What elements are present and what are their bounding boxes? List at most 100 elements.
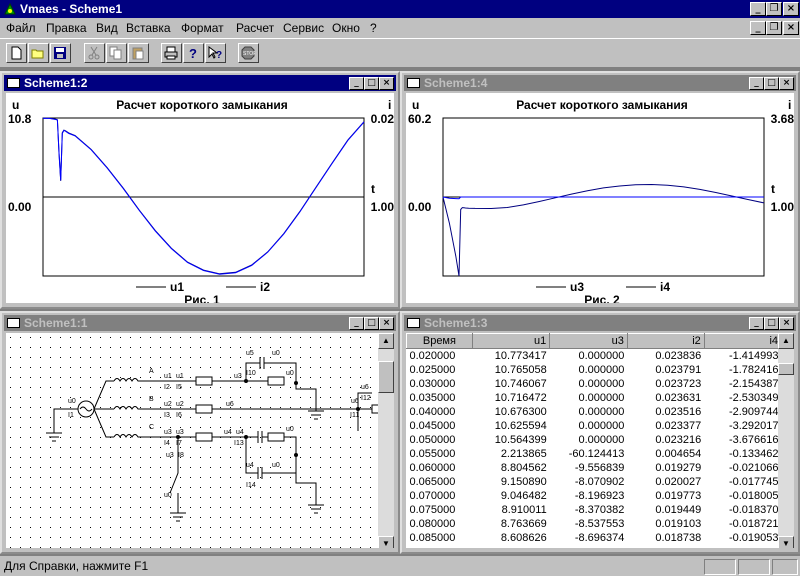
table-cell: 0.019449: [655, 504, 702, 516]
table-cell: 9.150890: [500, 476, 547, 488]
table-cell: 0.023791: [655, 364, 702, 376]
table-row[interactable]: 0.025000 10.765058 0.000000 0.023791 -1.7824…: [407, 363, 782, 377]
chart1-client: Расчет короткого замыкания u i 10.8 0.02 0.00…: [6, 93, 394, 303]
table-row[interactable]: 0.050000 10.564399 0.000000 0.023216 -3.6766…: [407, 433, 782, 447]
col-header-i4[interactable]: i4: [703, 333, 783, 349]
table-cell: 0.035000: [409, 392, 456, 404]
open-folder-icon[interactable]: [28, 43, 49, 63]
label-I8: I8: [178, 452, 184, 459]
table-row[interactable]: 0.045000 10.625594 0.000000 0.023377 -3.2920…: [407, 419, 782, 433]
restore-icon[interactable]: ❐: [766, 2, 782, 16]
maximize-icon[interactable]: □: [764, 77, 779, 90]
schematic-title-bar[interactable]: Scheme1:1 _ □ ×: [4, 315, 396, 331]
table-row[interactable]: 0.065000 9.150890 -8.070902 0.020027 -0.0177…: [407, 475, 782, 489]
scroll-down-icon[interactable]: ▼: [778, 536, 794, 548]
table-cell: -2.530349: [728, 392, 779, 404]
mdi-minimize-icon[interactable]: _: [750, 21, 766, 35]
mdi-close-icon[interactable]: ×: [783, 21, 799, 35]
label-u2b: u2: [176, 401, 184, 408]
menu-file[interactable]: Файл: [6, 21, 36, 35]
scroll-up-icon[interactable]: ▲: [778, 333, 794, 349]
paste-icon[interactable]: [128, 43, 149, 63]
table-scrollbar[interactable]: ▲ ▼: [778, 333, 794, 548]
close-icon[interactable]: ×: [379, 77, 394, 90]
table-row[interactable]: 0.075000 8.910011 -8.370382 0.019449 -0.0183…: [407, 503, 782, 517]
table-cell: 0.065000: [409, 476, 456, 488]
menu-service[interactable]: Сервис: [283, 21, 324, 35]
copy-icon[interactable]: [106, 43, 127, 63]
label-u3c: u3: [166, 452, 174, 459]
mdi-restore-icon[interactable]: ❐: [766, 21, 782, 35]
minimize-icon[interactable]: _: [349, 317, 364, 330]
col-header-u1[interactable]: u1: [471, 333, 551, 349]
help-icon[interactable]: ?: [183, 43, 204, 63]
chart2-title-bar[interactable]: Scheme1:4 _ □ ×: [404, 75, 796, 91]
label-I6: I6: [176, 412, 182, 419]
menu-edit[interactable]: Правка: [46, 21, 87, 35]
table-cell: 0.025000: [409, 364, 456, 376]
table-row[interactable]: 0.060000 8.804562 -9.556839 0.019279 -0.0210…: [407, 461, 782, 475]
scroll-thumb[interactable]: [778, 363, 794, 375]
scroll-down-icon[interactable]: ▼: [378, 536, 394, 548]
table-row[interactable]: 0.085000 8.608626 -8.696374 0.018738 -0.0190…: [407, 531, 782, 545]
maximize-icon[interactable]: □: [364, 77, 379, 90]
table-cell: 0.000000: [578, 420, 625, 432]
close-icon[interactable]: ×: [779, 317, 794, 330]
minimize-icon[interactable]: _: [750, 2, 766, 16]
label-u0-3: u0: [286, 426, 294, 433]
print-icon[interactable]: [161, 43, 182, 63]
table-row[interactable]: 0.040000 10.676300 0.000000 0.023516 -2.9097…: [407, 405, 782, 419]
chart1-title-bar[interactable]: Scheme1:2 _ □ ×: [4, 75, 396, 91]
legend-label-i4: i4: [660, 280, 670, 294]
label-u0-src: u0: [68, 398, 76, 405]
scroll-thumb[interactable]: [378, 361, 394, 393]
stop-icon[interactable]: STOP: [238, 43, 259, 63]
context-help-icon[interactable]: ?: [205, 43, 226, 63]
menu-insert[interactable]: Вставка: [126, 21, 171, 35]
minimize-icon[interactable]: _: [749, 77, 764, 90]
close-icon[interactable]: ×: [379, 317, 394, 330]
schematic-scrollbar[interactable]: ▲ ▼: [378, 333, 394, 548]
col-header-u3[interactable]: u3: [549, 333, 628, 349]
new-file-icon[interactable]: [6, 43, 27, 63]
menu-format[interactable]: Формат: [181, 21, 224, 35]
maximize-icon[interactable]: □: [764, 317, 779, 330]
menu-calc[interactable]: Расчет: [236, 21, 274, 35]
table-row[interactable]: 0.080000 8.763669 -8.537553 0.019103 -0.0187…: [407, 517, 782, 531]
table-cell: 0.019773: [655, 490, 702, 502]
table-cell: 0.023216: [655, 434, 702, 446]
scroll-up-icon[interactable]: ▲: [378, 333, 394, 349]
table-row[interactable]: 0.055000 2.213865 -60.124413 0.004654 -0.133…: [407, 447, 782, 461]
table-row[interactable]: 0.035000 10.716472 0.000000 0.023631 -2.5303…: [407, 391, 782, 405]
maximize-icon[interactable]: □: [364, 317, 379, 330]
table-cell: 0.055000: [409, 448, 456, 460]
table-title-bar[interactable]: Scheme1:3 _ □ ×: [404, 315, 796, 331]
schematic-canvas[interactable]: u5 u0 I10 A u1 u1 I2 I5 u3 u0 u6 u6 I12 …: [6, 333, 382, 548]
cut-icon[interactable]: [84, 43, 105, 63]
table-cell: -3.676616: [728, 434, 779, 446]
col-header-time[interactable]: Время: [406, 333, 473, 349]
label-u1a: u1: [164, 373, 172, 380]
label-B: B: [149, 396, 154, 403]
left-axis-label: u: [412, 98, 419, 112]
save-icon[interactable]: [50, 43, 71, 63]
menu-bar: Файл Правка Вид Вставка Формат Расчет Се…: [0, 18, 800, 38]
col-header-i2[interactable]: i2: [626, 333, 705, 349]
series-line-u3: [442, 183, 765, 276]
schematic-client: u5 u0 I10 A u1 u1 I2 I5 u3 u0 u6 u6 I12 …: [6, 333, 394, 548]
minimize-icon[interactable]: _: [349, 77, 364, 90]
table-row[interactable]: 0.020000 10.773417 0.000000 0.023836 -1.4149…: [407, 349, 782, 364]
minimize-icon[interactable]: _: [749, 317, 764, 330]
menu-view[interactable]: Вид: [96, 21, 118, 35]
table-row[interactable]: 0.030000 10.746067 0.000000 0.023723 -2.1543…: [407, 377, 782, 391]
table-cell: 2.213865: [500, 448, 547, 460]
table-cell: 0.020000: [409, 350, 456, 362]
label-u0: u0: [272, 350, 280, 357]
close-icon[interactable]: ×: [779, 77, 794, 90]
menu-window[interactable]: Окно: [332, 21, 360, 35]
table-row[interactable]: 0.070000 9.046482 -8.196923 0.019773 -0.0180…: [407, 489, 782, 503]
table-cell: 10.676300: [494, 406, 547, 418]
menu-help[interactable]: ?: [370, 21, 377, 35]
table-cell: 0.000000: [578, 406, 625, 418]
close-icon[interactable]: ×: [783, 2, 799, 16]
